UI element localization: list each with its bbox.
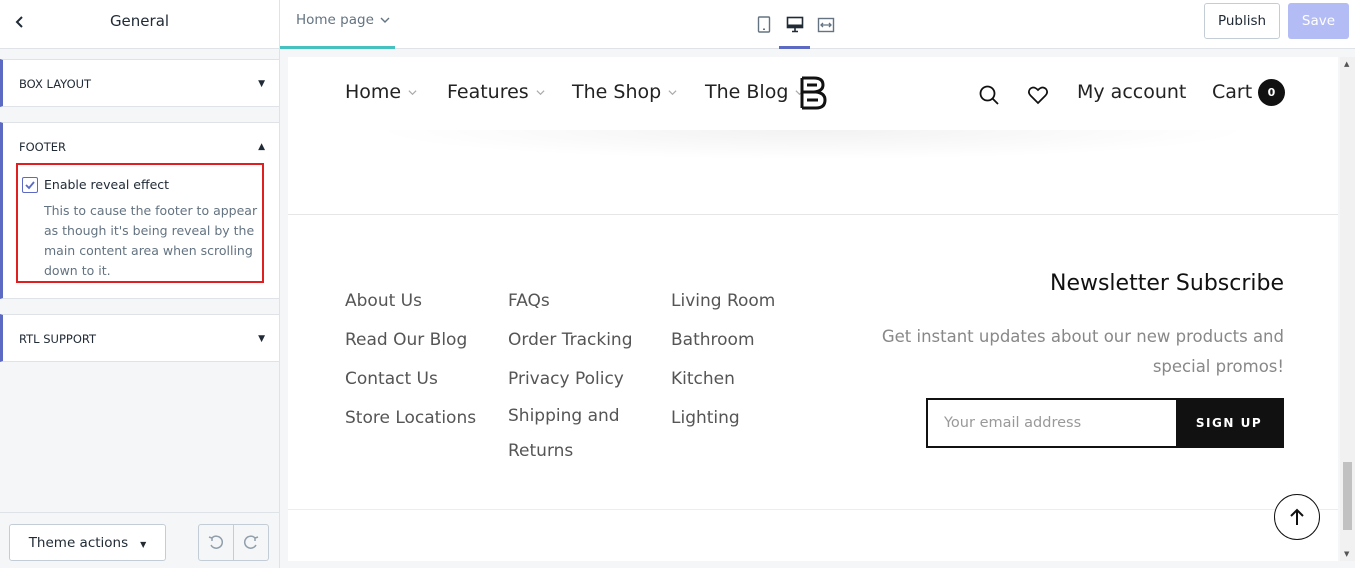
brand-logo[interactable] (796, 75, 830, 111)
theme-actions-button[interactable]: Theme actions ▼ (9, 524, 166, 561)
section-box-layout[interactable]: BOX LAYOUT ▼ (0, 59, 279, 107)
footer-links-column-2: FAQs Order Tracking Privacy Policy Shipp… (508, 282, 633, 469)
chevron-down-icon (408, 89, 417, 95)
top-bar: Home page Publish Save (280, 0, 1355, 49)
search-icon[interactable] (978, 84, 1000, 106)
footer-link-read-our-blog[interactable]: Read Our Blog (345, 321, 476, 360)
scrollbar-thumb[interactable] (1343, 462, 1352, 530)
footer-link-bathroom[interactable]: Bathroom (671, 321, 775, 360)
section-label: FOOTER (19, 140, 66, 154)
footer-link-order-tracking[interactable]: Order Tracking (508, 321, 633, 360)
newsletter-title: Newsletter Subscribe (1049, 271, 1284, 296)
section-footer: FOOTER ▲ Enable reveal effect This to ca… (0, 122, 279, 299)
nav-item-the-shop[interactable]: The Shop (572, 81, 677, 103)
store-preview: Home Features The Shop The Blog My accou… (288, 57, 1338, 561)
nav-item-home[interactable]: Home (345, 81, 417, 103)
footer-links-column-3: Living Room Bathroom Kitchen Lighting (671, 282, 775, 438)
mobile-icon (757, 16, 770, 33)
store-nav: Home Features The Shop The Blog My accou… (288, 57, 1338, 130)
page-selector-underline (280, 46, 395, 49)
undo-redo-group (198, 524, 269, 561)
cart-link[interactable]: Cart (1212, 81, 1252, 103)
redo-icon (243, 534, 259, 549)
sign-up-button[interactable]: SIGN UP (1176, 400, 1282, 446)
newsletter-email-input[interactable] (928, 400, 1176, 446)
wishlist-heart-icon[interactable] (1027, 84, 1049, 106)
sidebar: General BOX LAYOUT ▼ FOOTER ▲ Enable rev… (0, 0, 280, 568)
caret-up-icon: ▲ (258, 142, 265, 152)
footer-link-kitchen[interactable]: Kitchen (671, 360, 775, 399)
newsletter-form: SIGN UP (926, 398, 1284, 448)
checkbox-label[interactable]: Enable reveal effect (44, 177, 169, 192)
page-selector-label: Home page (296, 12, 374, 28)
fullwidth-icon (817, 17, 834, 32)
footer-links-column-1: About Us Read Our Blog Contact Us Store … (345, 282, 476, 438)
scroll-up-arrow-icon[interactable]: ▲ (1344, 60, 1349, 68)
footer-link-lighting[interactable]: Lighting (671, 399, 775, 438)
footer-link-shipping-and-returns[interactable]: Shipping and (508, 399, 633, 434)
chevron-down-icon (536, 89, 545, 95)
nav-item-label: Home (345, 81, 402, 103)
sidebar-header: General (0, 0, 279, 49)
page-selector[interactable]: Home page (296, 12, 390, 28)
theme-actions-label: Theme actions (28, 534, 129, 551)
cart-count-badge[interactable]: 0 (1258, 79, 1285, 106)
section-label: RTL SUPPORT (19, 332, 97, 346)
desktop-view-button[interactable] (779, 0, 810, 49)
chevron-down-icon (668, 89, 677, 95)
highlighted-setting: Enable reveal effect This to cause the f… (16, 163, 264, 283)
sidebar-footer: Theme actions ▼ (0, 512, 279, 568)
footer-divider-bottom (288, 509, 1338, 510)
chevron-down-icon (380, 17, 390, 23)
publish-button[interactable]: Publish (1204, 3, 1280, 39)
footer-link-living-room[interactable]: Living Room (671, 282, 775, 321)
my-account-link[interactable]: My account (1077, 81, 1186, 103)
footer-link-privacy-policy[interactable]: Privacy Policy (508, 360, 633, 399)
back-to-top-button[interactable] (1274, 494, 1320, 540)
section-rtl-support[interactable]: RTL SUPPORT ▼ (0, 314, 279, 362)
undo-icon (208, 534, 224, 549)
nav-item-features[interactable]: Features (447, 81, 545, 103)
checkmark-icon (25, 181, 35, 190)
fullwidth-view-button[interactable] (810, 0, 841, 49)
newsletter-text: Get instant updates about our new produc… (881, 327, 1284, 376)
desktop-icon (786, 16, 803, 33)
sidebar-title: General (109, 12, 170, 30)
caret-down-icon: ▼ (258, 79, 265, 89)
footer-link-about-us[interactable]: About Us (345, 282, 476, 321)
undo-button[interactable] (199, 525, 234, 560)
preview-scrollbar[interactable]: ▲ ▼ (1340, 57, 1355, 561)
footer-divider-top (288, 214, 1338, 215)
section-header[interactable]: RTL SUPPORT ▼ (19, 315, 265, 363)
redo-button[interactable] (234, 525, 268, 560)
arrow-up-icon (1290, 508, 1304, 525)
reveal-effect-checkbox[interactable] (22, 177, 38, 193)
footer-link-shipping-and-returns-line2[interactable]: Returns (508, 434, 633, 469)
caret-down-icon: ▼ (258, 334, 265, 344)
save-button[interactable]: Save (1288, 3, 1349, 39)
mobile-view-button[interactable] (748, 0, 779, 49)
device-switcher (748, 0, 841, 49)
section-label: BOX LAYOUT (19, 77, 92, 91)
nav-item-label: Features (447, 81, 529, 103)
caret-down-icon: ▼ (140, 539, 147, 549)
nav-item-the-blog[interactable]: The Blog (705, 81, 804, 103)
footer-link-faqs[interactable]: FAQs (508, 282, 633, 321)
section-header[interactable]: BOX LAYOUT ▼ (19, 60, 265, 108)
nav-item-label: The Shop (572, 81, 662, 103)
footer-link-store-locations[interactable]: Store Locations (345, 399, 476, 438)
checkbox-help-text: This to cause the footer to appear as th… (44, 203, 258, 278)
scroll-down-arrow-icon[interactable]: ▼ (1344, 550, 1349, 558)
footer-link-contact-us[interactable]: Contact Us (345, 360, 476, 399)
nav-dropdown-shadow (368, 130, 1258, 160)
nav-item-label: The Blog (705, 81, 789, 103)
